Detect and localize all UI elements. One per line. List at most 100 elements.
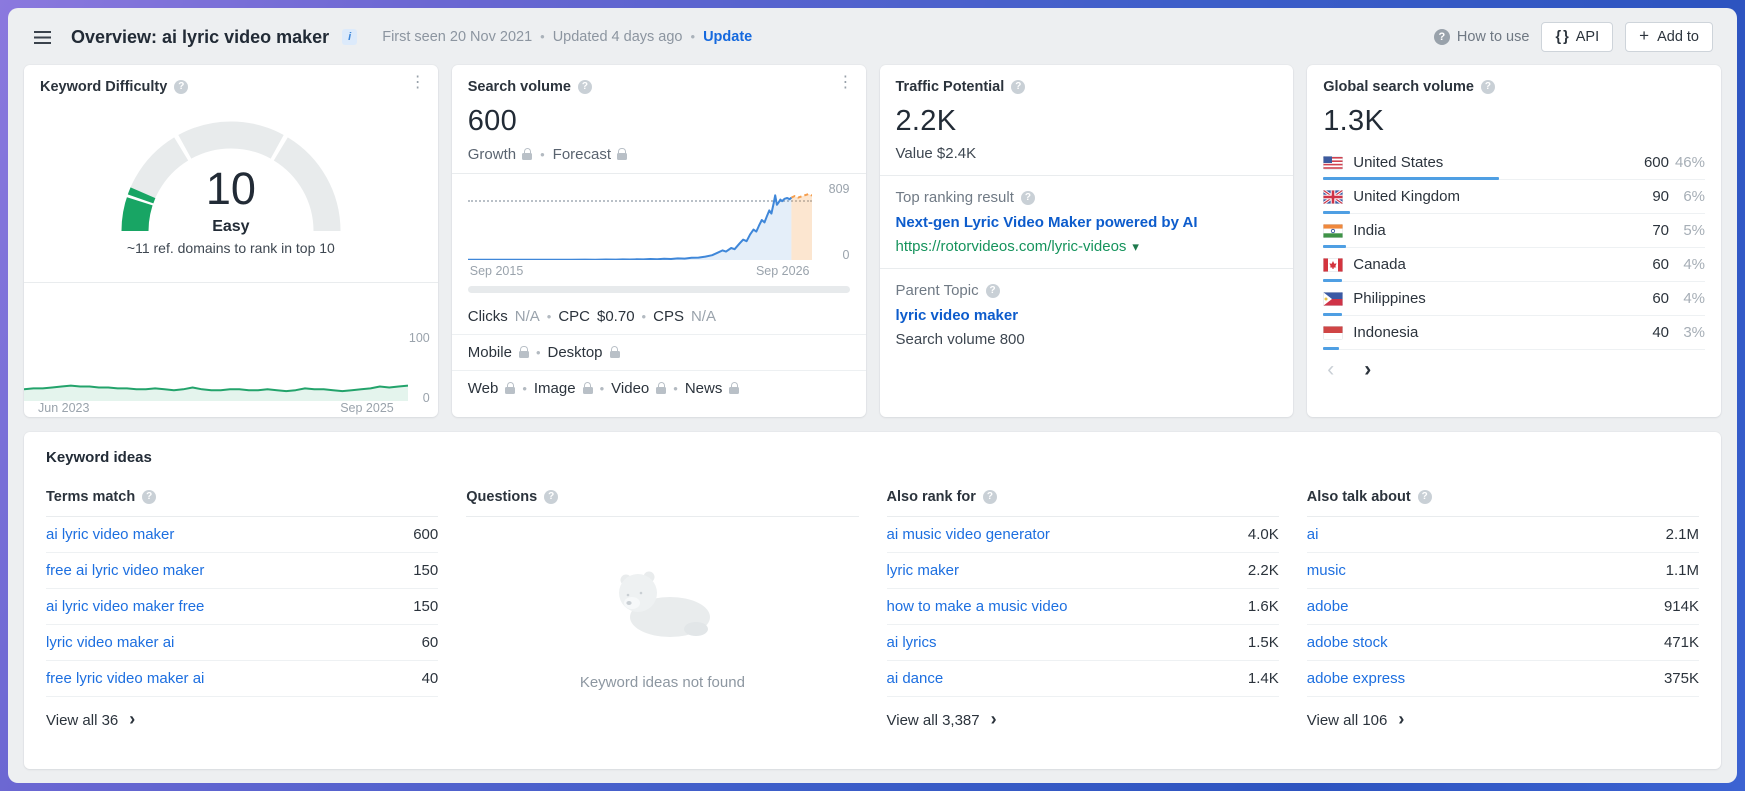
- prev-page-icon[interactable]: [1327, 360, 1334, 380]
- keyword-link[interactable]: adobe express: [1307, 670, 1405, 687]
- stat-text: Image: [534, 380, 576, 397]
- country-row[interactable]: Philippines604%: [1323, 282, 1705, 316]
- updated-text: Updated 4 days ago: [553, 29, 683, 45]
- kebab-menu-icon[interactable]: [838, 75, 854, 91]
- keyword-volume: 60: [422, 634, 439, 651]
- country-volume: 60: [1652, 290, 1669, 307]
- ideas-column-terms-match: Terms matchai lyric video maker600free a…: [46, 489, 438, 729]
- kebab-menu-icon[interactable]: [410, 75, 426, 91]
- keyword-link[interactable]: ai dance: [887, 670, 944, 687]
- top-ranking-block: Top ranking result Next-gen Lyric Video …: [896, 176, 1278, 255]
- keyword-volume: 40: [422, 670, 439, 687]
- keyword-volume: 375K: [1664, 670, 1699, 687]
- plus-icon: [1639, 29, 1649, 45]
- country-row[interactable]: India705%: [1323, 214, 1705, 248]
- view-all-link[interactable]: View all 36: [46, 712, 438, 729]
- keyword-link[interactable]: ai music video generator: [887, 526, 1050, 543]
- search-volume-value: 600: [468, 105, 850, 138]
- keyword-link[interactable]: ai lyric video maker: [46, 526, 174, 543]
- keyword-link[interactable]: free ai lyric video maker: [46, 562, 204, 579]
- api-button[interactable]: API: [1541, 22, 1613, 52]
- country-percent: 6%: [1669, 188, 1705, 205]
- global-volume-value: 1.3K: [1323, 105, 1705, 138]
- help-icon[interactable]: [578, 80, 592, 94]
- stat-text: N/A: [691, 308, 716, 325]
- country-row[interactable]: Canada604%: [1323, 248, 1705, 282]
- help-icon[interactable]: [983, 490, 997, 504]
- lock-icon: [656, 387, 666, 394]
- country-volume: 90: [1652, 188, 1669, 205]
- empty-state: Keyword ideas not found: [466, 517, 858, 691]
- ideas-column-questions: QuestionsKeyword ideas not found: [466, 489, 858, 729]
- growth-label: Growth: [468, 146, 516, 163]
- card-title: Traffic Potential: [896, 79, 1005, 95]
- traffic-potential-value: 2.2K: [896, 105, 1278, 138]
- keyword-volume: 150: [413, 562, 438, 579]
- country-row[interactable]: United States60046%: [1323, 146, 1705, 180]
- first-seen-text: First seen 20 Nov 2021: [382, 29, 532, 45]
- keyword-link[interactable]: music: [1307, 562, 1346, 579]
- card-title: Keyword Difficulty: [40, 79, 167, 95]
- lock-icon: [610, 351, 620, 358]
- keyword-row: ai dance1.4K: [887, 661, 1279, 697]
- page-header: Overview: ai lyric video maker i First s…: [8, 8, 1737, 62]
- bullet-separator: [600, 380, 605, 397]
- help-icon[interactable]: [142, 490, 156, 504]
- result-url-dropdown[interactable]: https://rotorvideos.com/lyric-videos: [896, 238, 1278, 255]
- app-frame: Overview: ai lyric video maker i First s…: [0, 0, 1745, 791]
- keyword-ideas-columns: Terms matchai lyric video maker600free a…: [46, 489, 1699, 729]
- keyword-link[interactable]: lyric video maker ai: [46, 634, 174, 651]
- result-url: https://rotorvideos.com/lyric-videos: [896, 238, 1127, 255]
- country-row[interactable]: Indonesia403%: [1323, 316, 1705, 350]
- keyword-volume: 2.2K: [1248, 562, 1279, 579]
- keyword-row: adobe stock471K: [1307, 625, 1699, 661]
- view-all-label: View all 36: [46, 712, 118, 729]
- help-icon[interactable]: [1481, 80, 1495, 94]
- help-icon[interactable]: [1418, 490, 1432, 504]
- menu-icon[interactable]: [34, 31, 51, 44]
- help-icon[interactable]: [1011, 80, 1025, 94]
- add-to-button[interactable]: Add to: [1625, 22, 1713, 52]
- volume-trend-plot: [468, 180, 812, 260]
- keyword-volume: 914K: [1664, 598, 1699, 615]
- keyword-row: adobe 914K: [1307, 589, 1699, 625]
- keyword-link[interactable]: how to make a music video: [887, 598, 1068, 615]
- lock-icon: [522, 153, 532, 160]
- forecast-toggle[interactable]: Forecast: [553, 146, 627, 163]
- country-row[interactable]: United Kingdom906%: [1323, 180, 1705, 214]
- keyword-volume: 2.1M: [1666, 526, 1699, 543]
- info-badge[interactable]: i: [342, 29, 357, 45]
- keyword-link[interactable]: ai: [1307, 526, 1319, 543]
- peak-label: 809: [829, 182, 850, 196]
- next-page-icon[interactable]: [1364, 360, 1371, 380]
- keyword-link[interactable]: adobe stock: [1307, 634, 1388, 651]
- keyword-link[interactable]: lyric maker: [887, 562, 960, 579]
- help-icon[interactable]: [544, 490, 558, 504]
- country-name: Indonesia: [1353, 324, 1418, 341]
- parent-topic-link[interactable]: lyric video maker: [896, 307, 1278, 324]
- top-ranking-result-link[interactable]: Next-gen Lyric Video Maker powered by AI: [896, 214, 1278, 231]
- lock-icon: [729, 387, 739, 394]
- stat-text: Video: [611, 380, 649, 397]
- keyword-link[interactable]: ai lyrics: [887, 634, 937, 651]
- help-icon[interactable]: [986, 284, 1000, 298]
- y-max-label: 100: [409, 331, 430, 345]
- keyword-volume: 1.5K: [1248, 634, 1279, 651]
- update-link[interactable]: Update: [703, 29, 752, 45]
- chart-scrollbar[interactable]: [468, 286, 850, 293]
- keyword-link[interactable]: free lyric video maker ai: [46, 670, 204, 687]
- volume-stat-row: MobileDesktop: [452, 335, 866, 371]
- help-icon[interactable]: [1021, 191, 1035, 205]
- search-volume-chart: 809 0 Sep 2015 Sep 2026: [468, 176, 850, 280]
- keyword-difficulty-card: Keyword Difficulty 10 Easy ~11 ref. doma: [24, 65, 438, 417]
- view-all-link[interactable]: View all 3,387: [887, 712, 1279, 729]
- keyword-link[interactable]: ai lyric video maker free: [46, 598, 204, 615]
- keyword-link[interactable]: adobe: [1307, 598, 1349, 615]
- growth-toggle[interactable]: Growth: [468, 146, 532, 163]
- chevron-down-icon: [1132, 238, 1139, 255]
- how-to-use-button[interactable]: How to use: [1434, 29, 1530, 45]
- volume-stat-row: WebImageVideoNews: [452, 371, 866, 406]
- help-icon[interactable]: [174, 80, 188, 94]
- view-all-link[interactable]: View all 106: [1307, 712, 1699, 729]
- card-title: Search volume: [468, 79, 571, 95]
